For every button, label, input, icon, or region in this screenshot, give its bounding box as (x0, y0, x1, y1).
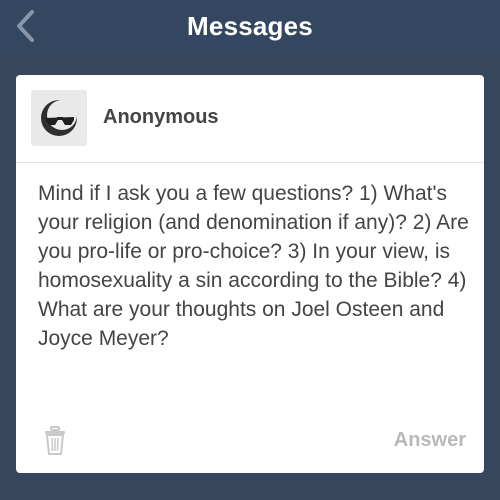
chevron-left-icon (17, 10, 34, 42)
navigation-bar: Messages (0, 0, 500, 52)
answer-button[interactable]: Answer (394, 429, 466, 452)
anonymous-sunglasses-icon (41, 100, 77, 136)
message-actions: Answer (16, 417, 484, 473)
message-card: Anonymous Mind if I ask you a few questi… (16, 75, 484, 473)
sender-name[interactable]: Anonymous (103, 106, 219, 129)
page-title: Messages (187, 10, 313, 41)
delete-button[interactable] (41, 425, 69, 457)
back-button[interactable] (8, 8, 42, 44)
messages-screen: Messages Anonymous Mind if I ask you a f… (0, 0, 500, 500)
message-header: Anonymous (16, 75, 484, 163)
avatar[interactable] (31, 90, 87, 146)
question-text: Mind if I ask you a few questions? 1) Wh… (38, 182, 469, 350)
trash-icon (45, 426, 65, 455)
